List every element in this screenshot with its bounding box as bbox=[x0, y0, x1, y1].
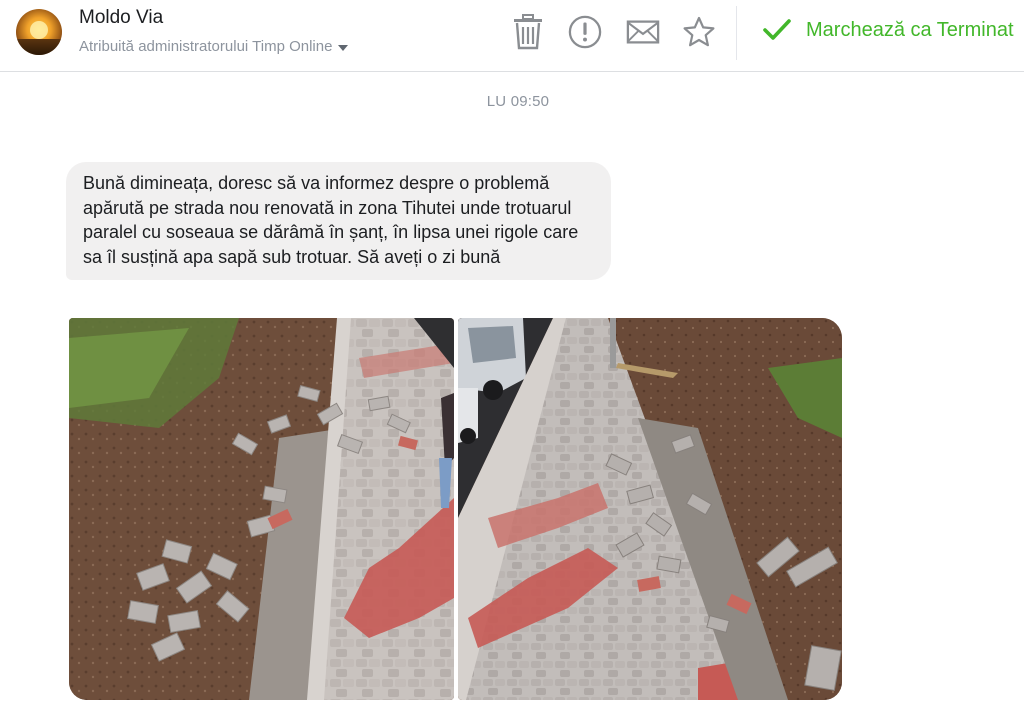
trash-icon bbox=[514, 14, 542, 50]
header-divider bbox=[736, 6, 737, 60]
message-bubble[interactable]: Bună dimineața, doresc să va informez de… bbox=[66, 162, 611, 280]
caret-down-icon bbox=[338, 44, 349, 51]
delete-button[interactable] bbox=[511, 14, 545, 50]
exclamation-circle-icon bbox=[568, 15, 602, 49]
mark-done-label: Marchează ca Terminat bbox=[806, 18, 1014, 41]
attachment-photo-2[interactable] bbox=[458, 318, 842, 700]
assignment-dropdown[interactable]: Atribuită administratorului Timp Online bbox=[79, 38, 349, 55]
mark-done-button[interactable]: Marchează ca Terminat bbox=[762, 18, 1014, 42]
conversation-header: Moldo Via Atribuită administratorului Ti… bbox=[0, 0, 1024, 72]
collapsed-sidewalk-photo-1 bbox=[69, 318, 454, 700]
star-icon bbox=[683, 16, 715, 47]
envelope-icon bbox=[626, 20, 660, 44]
report-button[interactable] bbox=[568, 14, 602, 50]
contact-name[interactable]: Moldo Via bbox=[79, 7, 163, 29]
avatar-sun-shape bbox=[30, 21, 48, 39]
mark-unread-button[interactable] bbox=[626, 14, 660, 50]
collapsed-sidewalk-photo-2 bbox=[458, 318, 842, 700]
contact-avatar[interactable] bbox=[16, 9, 62, 55]
assignment-label: Atribuită administratorului Timp Online bbox=[79, 38, 333, 55]
avatar-landscape-shape bbox=[16, 39, 62, 55]
message-timestamp: LU 09:50 bbox=[486, 93, 550, 110]
checkmark-icon bbox=[763, 19, 791, 40]
attachment-photo-1[interactable] bbox=[69, 318, 454, 700]
star-button[interactable] bbox=[682, 14, 716, 50]
